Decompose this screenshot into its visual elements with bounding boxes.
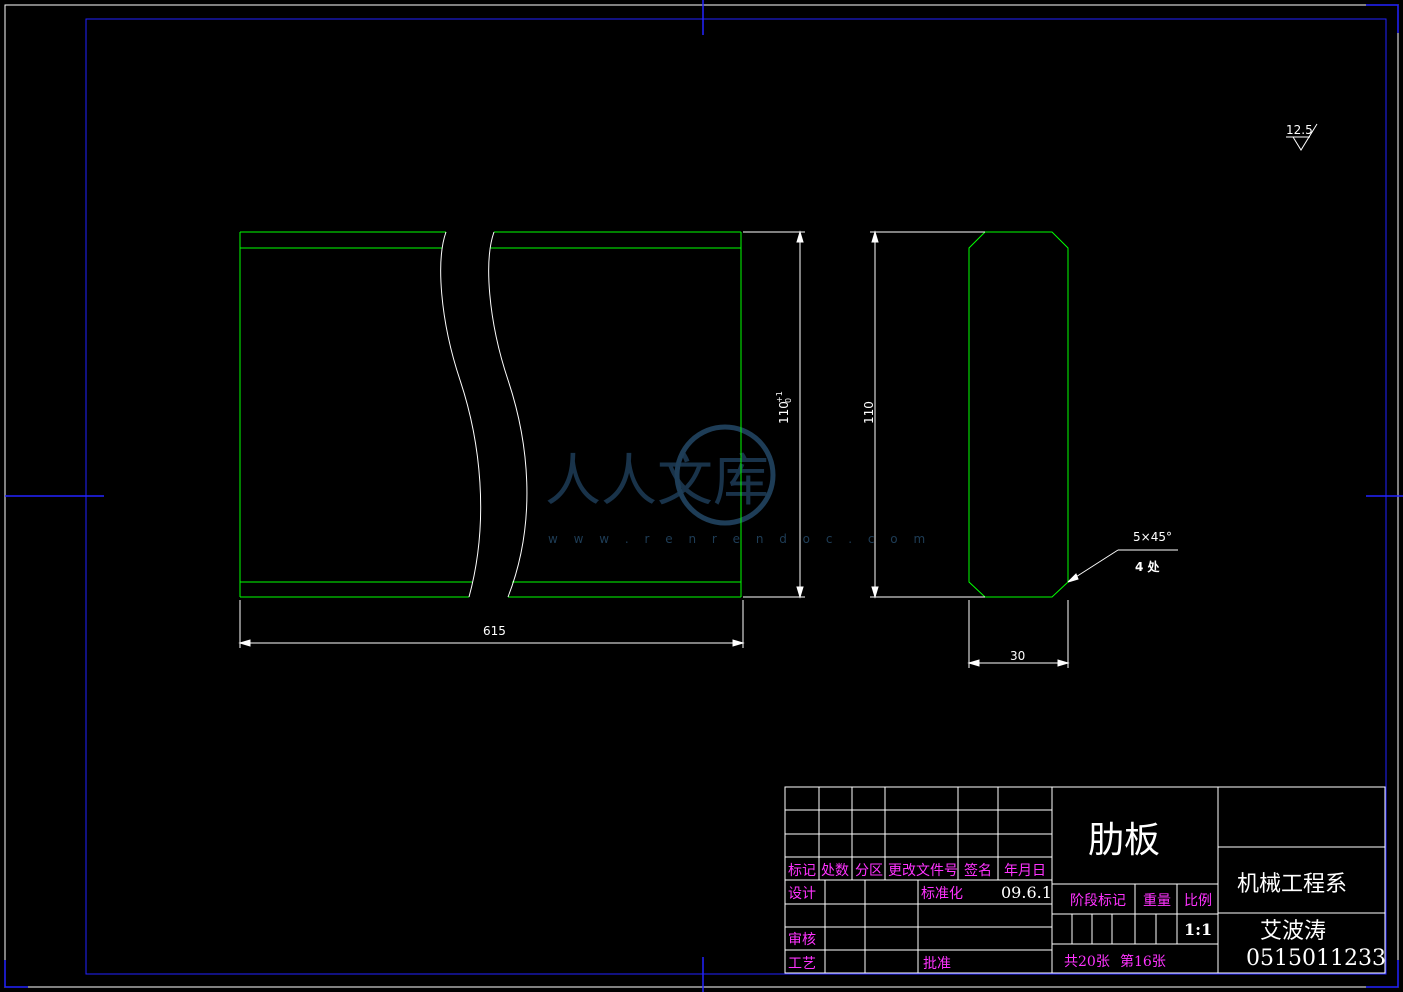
chamfer-label: 5×45° <box>1133 530 1172 544</box>
side-view <box>968 231 1069 598</box>
svg-text:110: 110 <box>777 401 791 424</box>
header-zone: 分区 <box>855 863 883 879</box>
weight-label: 重量 <box>1143 893 1171 909</box>
svg-text:0: 0 <box>784 398 793 403</box>
dim-height-label: 110 <box>862 401 876 424</box>
header-count: 处数 <box>821 863 849 879</box>
part-name: 肋板 <box>1088 820 1160 861</box>
watermark-text: 人人文库 <box>545 449 769 514</box>
dim-width-label: 30 <box>1010 649 1025 663</box>
watermark: 人人文库 w w w . r e n r e n d o c . c o m <box>545 424 931 546</box>
department: 机械工程系 <box>1237 872 1347 897</box>
svg-text:+1: +1 <box>775 391 784 403</box>
surface-roughness-symbol: 12.5 <box>1286 123 1318 151</box>
dim-height-tol-label: 110 +1 0 <box>775 391 793 424</box>
header-sign: 签名 <box>964 862 992 879</box>
scale-value: 1:1 <box>1184 920 1212 939</box>
break-lines <box>440 231 528 598</box>
review-label: 审核 <box>788 932 816 948</box>
chamfer-leader <box>1067 549 1178 583</box>
stage-label: 阶段标记 <box>1070 893 1126 909</box>
scale-label: 比例 <box>1184 893 1212 909</box>
title-block: 标记 处数 分区 更改文件号 签名 年月日 设计 标准化 09.6.1 审核 工… <box>788 820 1386 972</box>
chamfer-count: 4 处 <box>1135 559 1161 574</box>
sheet-no: 第16张 <box>1120 953 1166 970</box>
watermark-url: w w w . r e n r e n d o c . c o m <box>548 532 931 546</box>
roughness-value: 12.5 <box>1286 123 1313 137</box>
process-label: 工艺 <box>788 956 816 972</box>
dim-length-label: 615 <box>483 624 506 638</box>
total-sheets: 共20张 <box>1064 954 1110 970</box>
header-date: 年月日 <box>1004 863 1046 879</box>
student-id: 0515011233 <box>1246 946 1386 971</box>
standardize-label: 标准化 <box>921 886 963 902</box>
approve-label: 批准 <box>923 956 951 972</box>
header-doc: 更改文件号 <box>888 863 958 879</box>
designer-name: 艾波涛 <box>1260 919 1326 944</box>
design-label: 设计 <box>788 886 816 902</box>
header-mark: 标记 <box>788 863 816 879</box>
design-date: 09.6.1 <box>1001 883 1052 902</box>
cad-drawing-canvas: 人人文库 w w w . r e n r e n d o c . c o m 1… <box>4 0 1403 992</box>
